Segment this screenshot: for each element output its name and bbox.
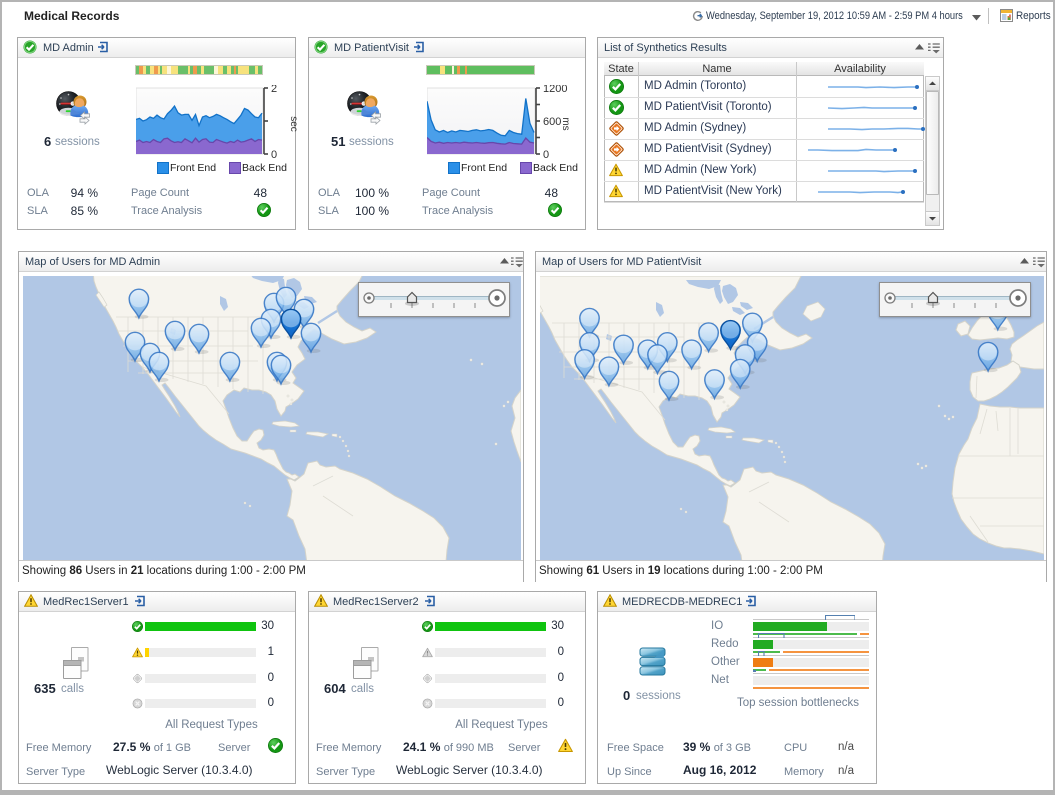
svg-text:ms: ms — [560, 117, 571, 130]
svg-text:2: 2 — [271, 85, 277, 95]
svg-text:0: 0 — [271, 149, 277, 159]
svg-text:sec: sec — [288, 116, 299, 132]
svg-text:1200: 1200 — [543, 85, 567, 95]
svg-text:0: 0 — [543, 149, 549, 159]
svg-text:600: 600 — [543, 116, 561, 128]
